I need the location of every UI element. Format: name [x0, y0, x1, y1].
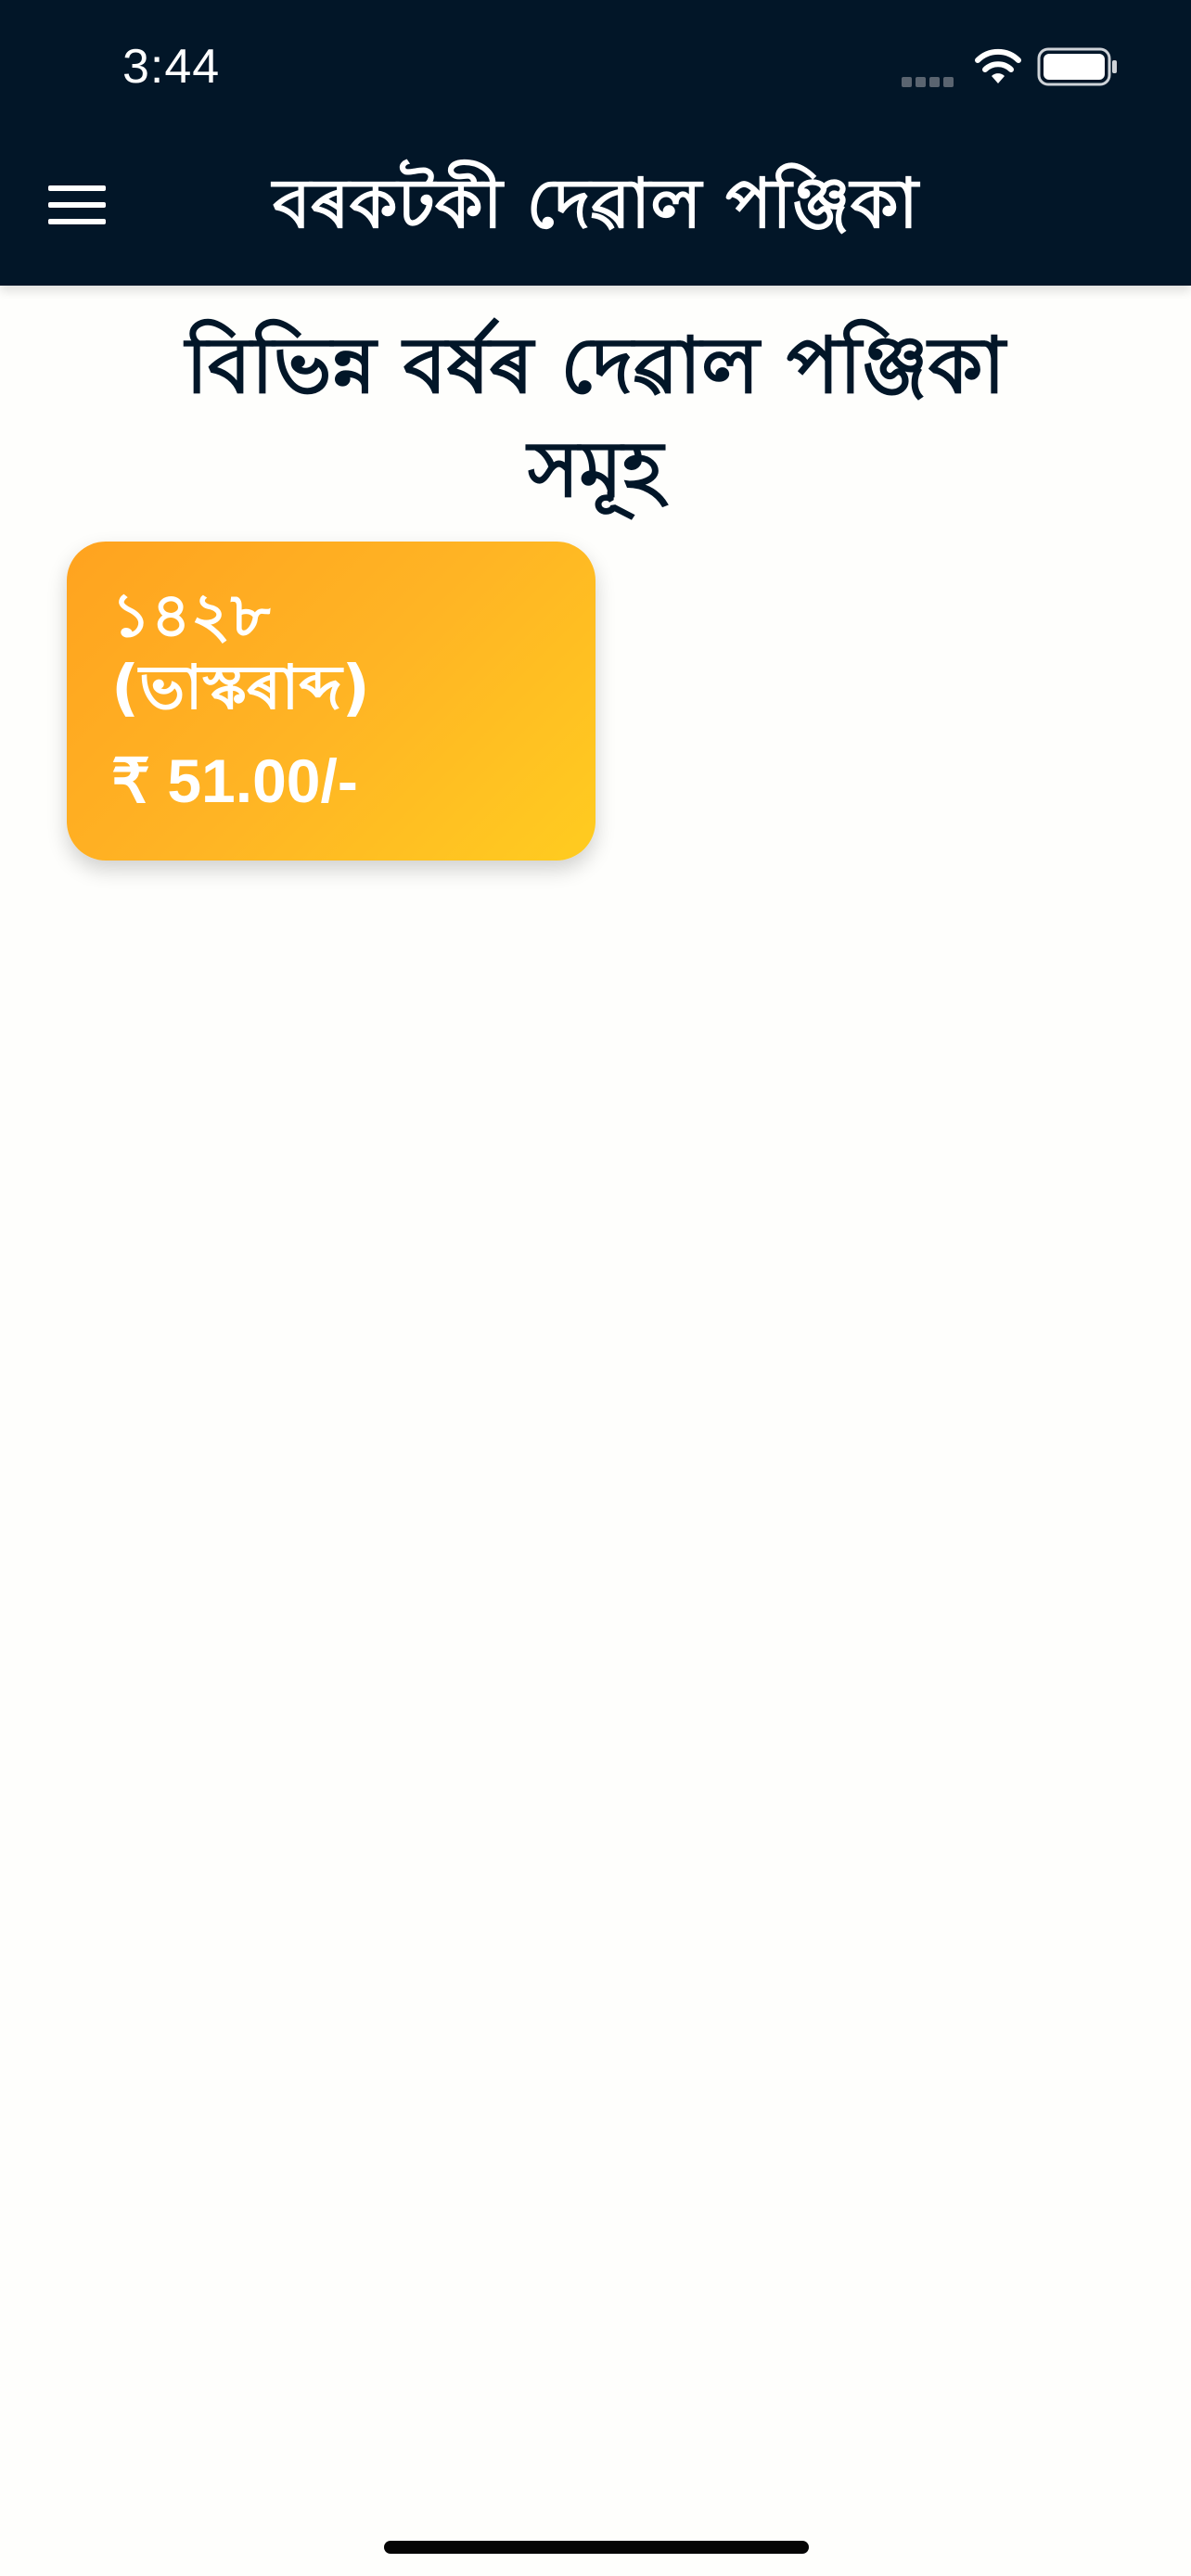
status-time: 3:44: [122, 40, 221, 94]
card-year: ১৪২৮: [111, 580, 271, 651]
section-heading: বিভিন্ন বৰ্ষৰ দেৱাল পঞ্জিকা সমূহ: [186, 320, 1005, 515]
card-era: (ভাস্কৰাব্দ): [111, 652, 370, 723]
battery-icon: [1037, 47, 1117, 86]
calendar-year-card[interactable]: ১৪২৮ (ভাস্কৰাব্দ) ₹ 51.00/-: [67, 542, 596, 861]
page-title: বৰকটকী দেৱাল পঞ্জিকা: [272, 164, 919, 244]
app-header: 3:44 বৰকটকী দেৱাল পঞ্জিকা: [0, 0, 1191, 286]
home-indicator[interactable]: [384, 2541, 809, 2554]
wifi-icon: [975, 48, 1021, 83]
hamburger-menu-icon[interactable]: [48, 185, 106, 234]
cellular-signal-icon: [902, 73, 959, 87]
card-price: ₹ 51.00/-: [111, 746, 358, 815]
